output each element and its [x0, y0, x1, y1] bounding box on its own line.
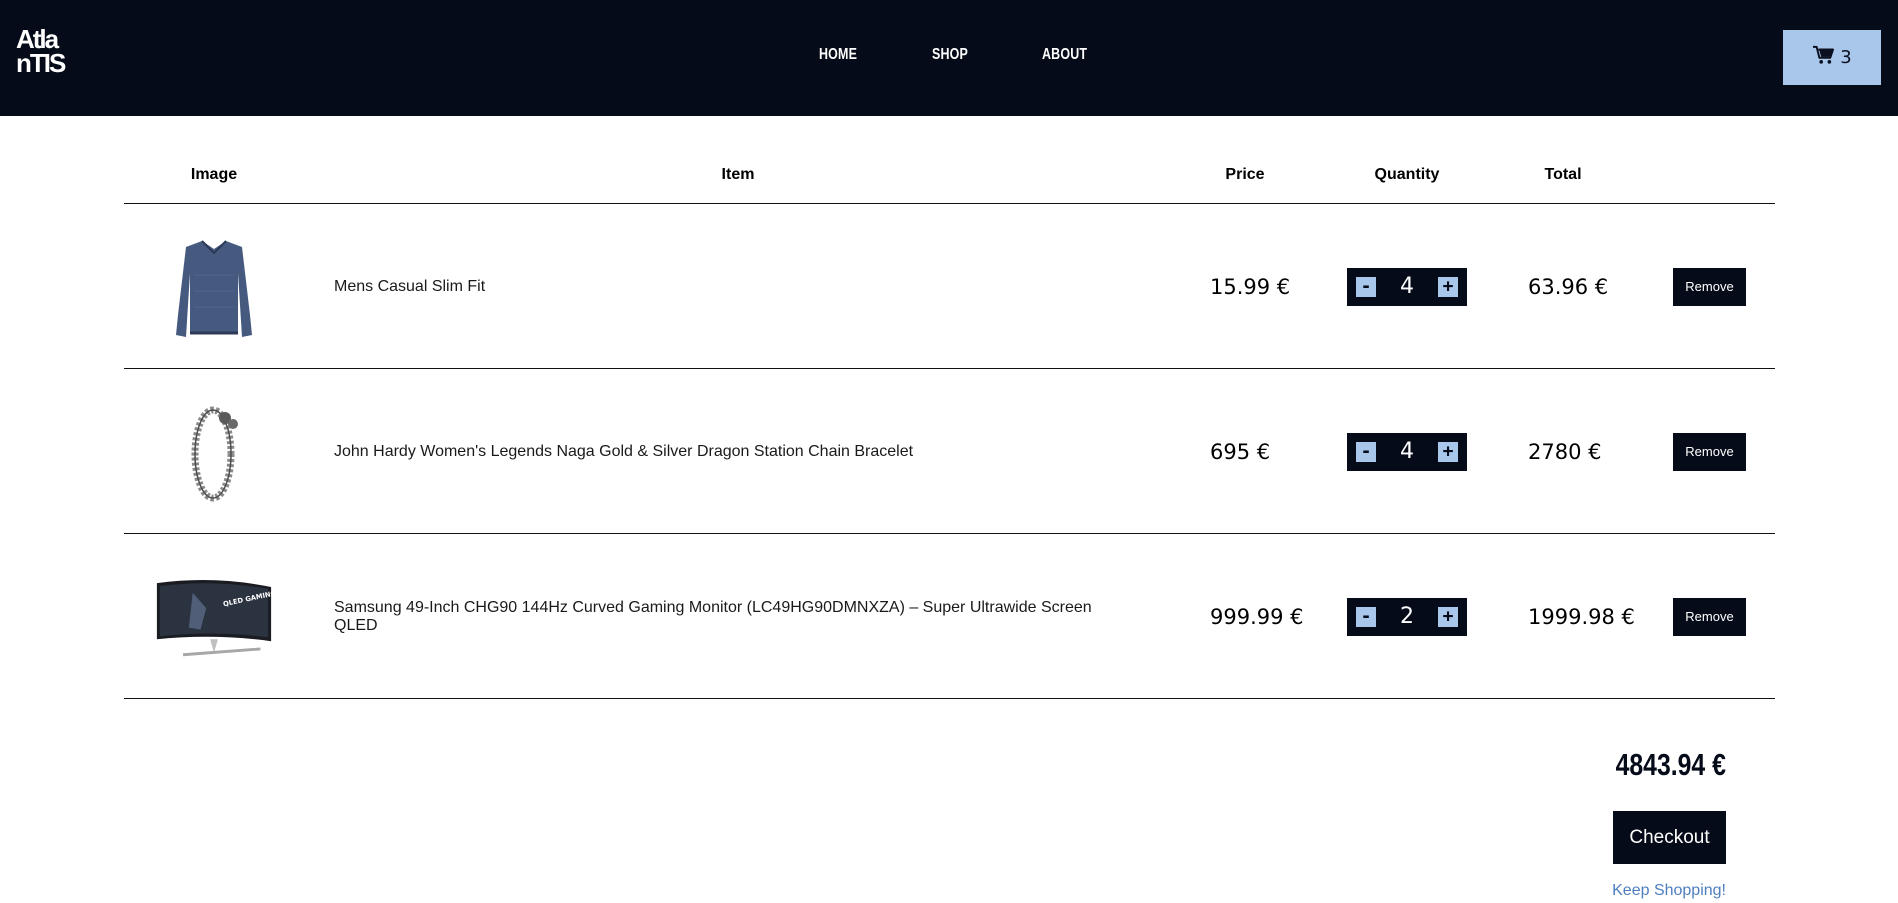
- quantity-stepper-cell: - 2 +: [1347, 534, 1469, 699]
- quantity-value: 4: [1400, 274, 1414, 299]
- nav-shop[interactable]: SHOP: [932, 46, 968, 64]
- quantity-value: 4: [1400, 439, 1414, 464]
- quantity-stepper: - 4 +: [1347, 432, 1467, 471]
- sweater-image[interactable]: [172, 235, 256, 339]
- keep-shopping-link[interactable]: Keep Shopping!: [1612, 882, 1726, 900]
- cart-count: 3: [1840, 47, 1852, 68]
- quantity-value: 2: [1400, 604, 1414, 629]
- header-image: Image: [190, 166, 238, 183]
- cart-row: Mens Casual Slim Fit 15.99 € - 4 + 63.96…: [124, 204, 1775, 369]
- quantity-stepper-cell: - 4 +: [1347, 369, 1469, 534]
- line-total: 1999.98 €: [1528, 604, 1635, 629]
- line-total: 63.96 €: [1528, 274, 1609, 299]
- product-name: Mens Casual Slim Fit: [334, 277, 486, 295]
- remove-cell: Remove: [1673, 204, 1747, 369]
- cart-table: Image Item Price Quantity Total Mens Cas…: [124, 156, 1775, 699]
- product-price: 695 €: [1210, 439, 1271, 464]
- cart-row: John Hardy Women's Legends Naga Gold & S…: [124, 369, 1775, 534]
- shopping-cart-icon: [1812, 45, 1835, 70]
- product-name: John Hardy Women's Legends Naga Gold & S…: [334, 442, 914, 460]
- decrease-quantity-button[interactable]: -: [1356, 276, 1376, 297]
- grand-total: 4843.94 €: [1615, 747, 1726, 782]
- header-price: Price: [1225, 166, 1265, 183]
- checkout-button[interactable]: Checkout: [1613, 811, 1726, 864]
- quantity-stepper: - 4 +: [1347, 267, 1467, 306]
- product-image-cell: QLED GAMING MONITOR: [154, 534, 274, 699]
- cart-row: QLED GAMING MONITOR Samsung 49-Inch CHG9…: [124, 534, 1775, 699]
- remove-button[interactable]: Remove: [1673, 432, 1746, 471]
- monitor-image[interactable]: QLED GAMING MONITOR: [154, 572, 274, 662]
- header-item: Item: [721, 166, 755, 183]
- increase-quantity-button[interactable]: +: [1438, 606, 1458, 627]
- nav-home[interactable]: HOME: [819, 46, 857, 64]
- table-header: Image Item Price Quantity Total: [124, 156, 1775, 204]
- remove-cell: Remove: [1673, 369, 1747, 534]
- line-total: 2780 €: [1528, 439, 1602, 464]
- remove-cell: Remove: [1673, 534, 1747, 699]
- decrease-quantity-button[interactable]: -: [1356, 606, 1376, 627]
- site-header: Atla nTIS HOME SHOP ABOUT 3: [0, 0, 1898, 116]
- header-total: Total: [1544, 166, 1582, 183]
- product-price: 15.99 €: [1210, 274, 1291, 299]
- quantity-stepper: - 2 +: [1347, 597, 1467, 636]
- bracelet-image[interactable]: [179, 400, 249, 504]
- increase-quantity-button[interactable]: +: [1438, 441, 1458, 462]
- product-image-cell: [154, 204, 274, 369]
- quantity-stepper-cell: - 4 +: [1347, 204, 1469, 369]
- nav-about[interactable]: ABOUT: [1042, 46, 1087, 64]
- product-name: Samsung 49-Inch CHG90 144Hz Curved Gamin…: [334, 598, 1092, 634]
- product-image-cell: [154, 369, 274, 534]
- remove-button[interactable]: Remove: [1673, 267, 1746, 306]
- increase-quantity-button[interactable]: +: [1438, 276, 1458, 297]
- decrease-quantity-button[interactable]: -: [1356, 441, 1376, 462]
- cart-button[interactable]: 3: [1783, 30, 1881, 85]
- main-nav: HOME SHOP ABOUT: [0, 46, 1898, 66]
- product-price: 999.99 €: [1210, 604, 1304, 629]
- remove-button[interactable]: Remove: [1673, 597, 1746, 636]
- header-quantity: Quantity: [1374, 166, 1440, 183]
